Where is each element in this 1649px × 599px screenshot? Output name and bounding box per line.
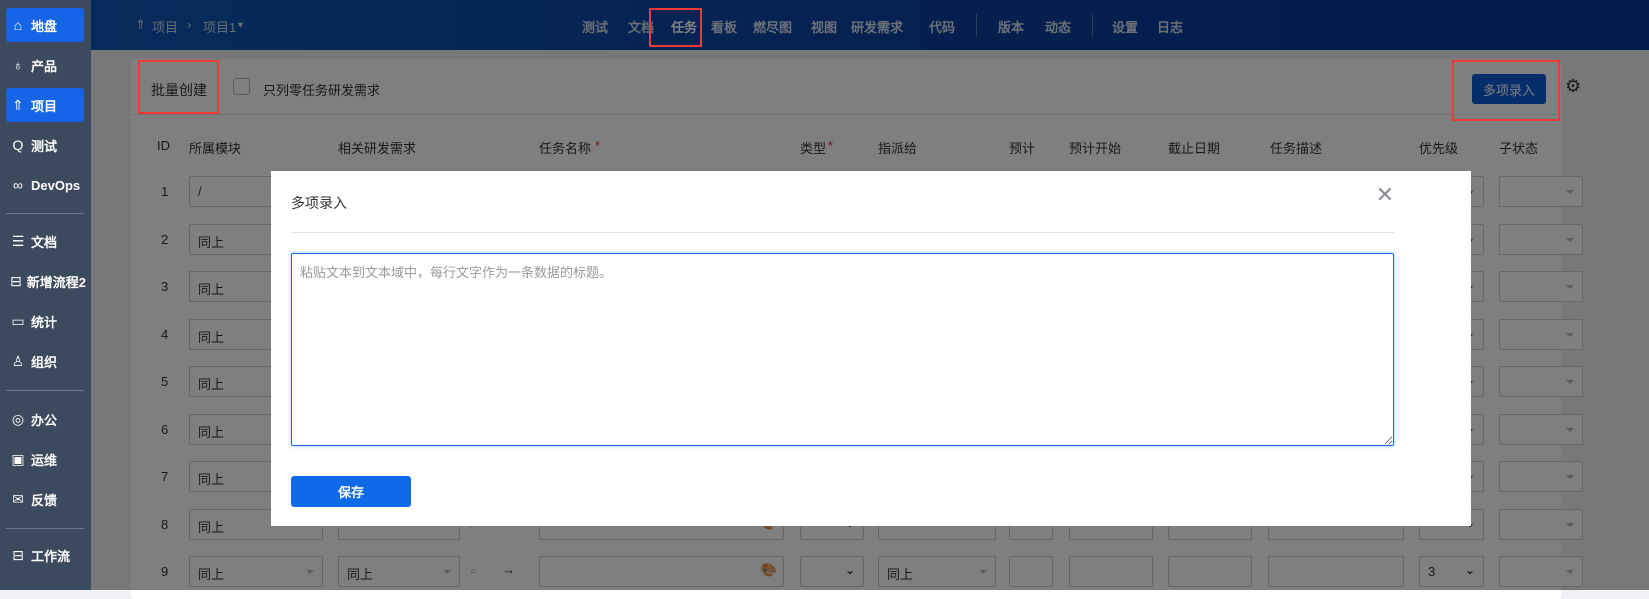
ops-icon: ▣ (11, 450, 25, 467)
annotation-box-task-nav (649, 8, 702, 47)
rocket-icon: ⇑ (12, 96, 24, 113)
save-button[interactable]: 保存 (291, 476, 411, 507)
sidebar-item-label: 地盘 (31, 18, 58, 34)
monitor-icon: ▭ (11, 312, 25, 329)
oa-icon: ◎ (11, 410, 25, 427)
sidebar-item[interactable]: ♁ 产品 (6, 48, 84, 82)
people-icon: ♙ (11, 352, 25, 369)
sidebar-item-label: 组织 (31, 354, 58, 370)
flow-icon: ⊟ (10, 272, 22, 289)
sidebar-item[interactable]: ⊟ 工作流 (6, 538, 84, 572)
search-icon: Q (12, 137, 24, 153)
feedback-icon: ✉ (12, 490, 24, 507)
divider (291, 232, 1394, 233)
close-icon[interactable]: ✕ (1373, 183, 1397, 207)
sidebar-item-label: 工作流 (31, 548, 71, 564)
annotation-box-multi-entry (1452, 60, 1560, 121)
sidebar-item-label: 统计 (31, 314, 58, 330)
sidebar-item[interactable]: ⊟ 新增流程2 (6, 264, 86, 298)
multi-entry-modal: 多项录入 ✕ 保存 (271, 171, 1471, 526)
sidebar-item[interactable]: Q 测试 (6, 128, 84, 162)
sidebar-divider (6, 528, 84, 529)
sidebar-item-label: 运维 (31, 452, 58, 468)
lightbulb-icon: ♁ (12, 57, 24, 73)
sidebar-item[interactable]: ♙ 组织 (6, 344, 84, 378)
modal-title: 多项录入 (291, 195, 347, 211)
sidebar-item-label: 项目 (31, 98, 58, 114)
sidebar-item[interactable]: ⌂ 地盘 (6, 8, 84, 42)
home-icon: ⌂ (13, 17, 23, 33)
sidebar-item-label: DevOps (31, 177, 81, 193)
sidebar-item-label: 文档 (31, 234, 58, 250)
sidebar-item[interactable]: ☰ 文档 (6, 224, 84, 258)
sidebar: ⌂ 地盘 ♁ 产品 ⇑ 项目 Q 测试 ∞ DevOps ☰ 文档 ⊟ 新增流程2 ▭ 统计 ♙ 组织 ◎ 办公 ▣ 运维… (0, 0, 91, 590)
sidebar-item-label: 产品 (31, 58, 58, 74)
sidebar-item[interactable]: ◎ 办公 (6, 402, 84, 436)
sidebar-item[interactable]: ∞ DevOps (6, 168, 84, 202)
sidebar-item-label: 测试 (31, 138, 58, 154)
document-icon: ☰ (11, 232, 25, 249)
annotation-box-batch-create (138, 60, 219, 114)
multi-entry-textarea[interactable] (291, 253, 1394, 446)
sidebar-item-label: 反馈 (31, 492, 58, 508)
infinity-icon: ∞ (13, 177, 23, 193)
sidebar-item[interactable]: ⇑ 项目 (6, 88, 84, 122)
workflow-icon: ⊟ (12, 546, 24, 563)
sidebar-item[interactable]: ▣ 运维 (6, 442, 84, 476)
sidebar-divider (6, 390, 84, 391)
sidebar-divider (6, 213, 84, 214)
sidebar-item[interactable]: ▭ 统计 (6, 304, 84, 338)
sidebar-item-label: 新增流程2 (26, 274, 86, 290)
sidebar-item-label: 办公 (31, 412, 58, 428)
sidebar-item[interactable]: ✉ 反馈 (6, 482, 84, 516)
